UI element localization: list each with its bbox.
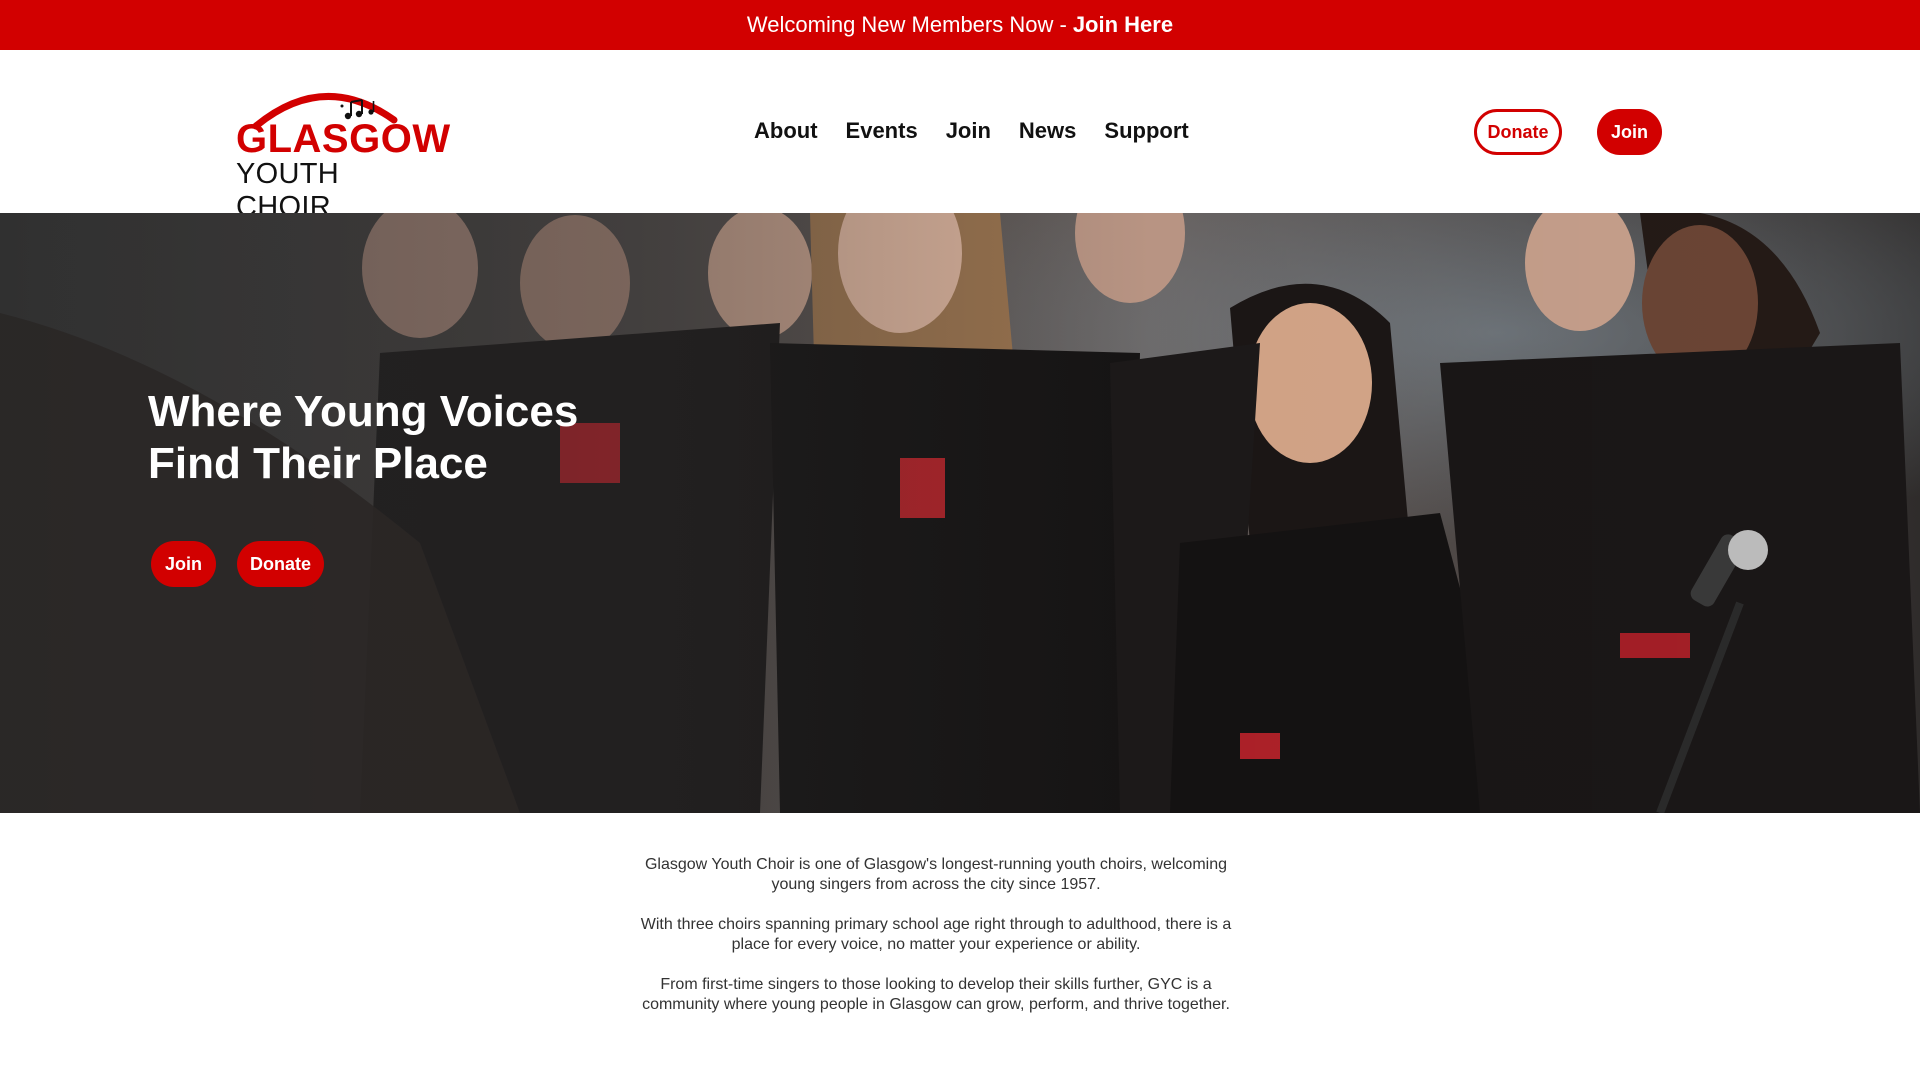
nav-item-events[interactable]: Events [846, 118, 918, 144]
site-logo[interactable]: GLASGOW YOUTH CHOIR [234, 80, 450, 223]
intro-paragraph-3: From first-time singers to those looking… [642, 976, 1230, 1013]
header-join-button[interactable]: Join [1597, 109, 1662, 155]
intro-paragraph-2: With three choirs spanning primary schoo… [640, 916, 1232, 953]
hero-title-line-2: Find Their Place [148, 439, 488, 488]
announcement-text: Welcoming New Members Now - [746, 12, 1067, 37]
nav-item-support[interactable]: Support [1104, 118, 1188, 144]
nav-item-about[interactable]: About [754, 118, 818, 144]
logo-text-glasgow: GLASGOW [236, 117, 451, 161]
announcement-bar: Welcoming New Members Now - Join Here [0, 0, 1920, 50]
hero-title: Where Young Voices Find Their Place [148, 386, 668, 490]
intro-section: Glasgow Youth Choir is one of Glasgow's … [636, 855, 1236, 1035]
join-here-link[interactable]: Join Here [1073, 12, 1173, 38]
main-nav: About Events Join News Support [754, 118, 1189, 144]
intro-paragraph-1: Glasgow Youth Choir is one of Glasgow's … [644, 856, 1228, 893]
header-donate-button[interactable]: Donate [1474, 109, 1562, 155]
hero-section: Where Young Voices Find Their Place Join… [0, 213, 1920, 813]
hero-overlay [0, 213, 1920, 813]
site-header: GLASGOW YOUTH CHOIR About Events Join Ne… [0, 50, 1920, 223]
hero-join-button[interactable]: Join [151, 541, 216, 587]
hero-donate-button[interactable]: Donate [237, 541, 324, 587]
hero-title-line-1: Where Young Voices [148, 387, 579, 436]
nav-item-join[interactable]: Join [946, 118, 991, 144]
nav-item-news[interactable]: News [1019, 118, 1076, 144]
